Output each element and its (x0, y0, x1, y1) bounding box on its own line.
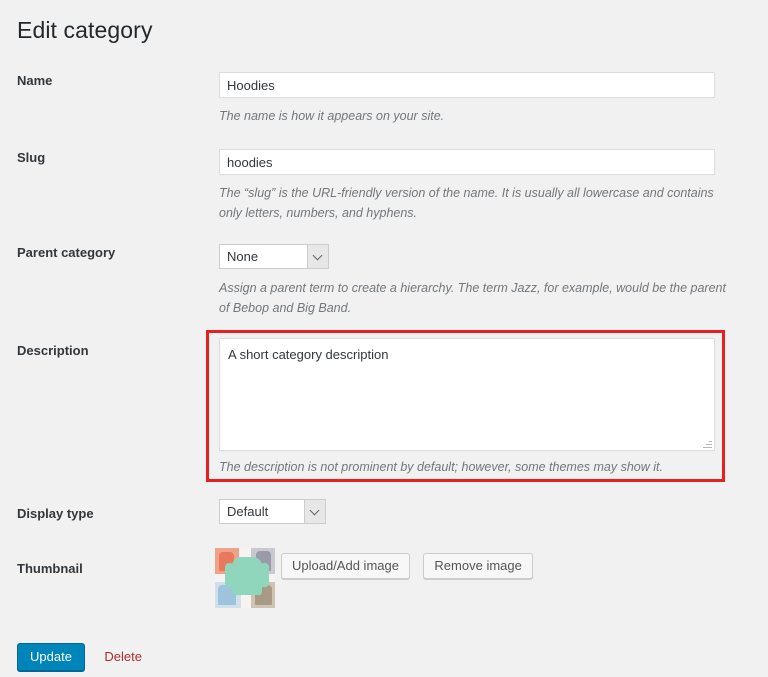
name-label: Name (17, 72, 202, 89)
parent-category-label: Parent category (17, 244, 202, 261)
chevron-down-icon (307, 245, 328, 268)
parent-category-help-text: Assign a parent term to create a hierarc… (219, 278, 739, 318)
description-label: Description (17, 342, 202, 359)
upload-add-image-button[interactable]: Upload/Add image (281, 553, 410, 579)
description-help-text: The description is not prominent by defa… (219, 457, 739, 477)
parent-category-select[interactable]: None (219, 244, 329, 269)
description-textarea[interactable]: A short category description (219, 338, 715, 451)
page-title: Edit category (17, 16, 153, 45)
slug-help-text: The “slug” is the URL-friendly version o… (219, 183, 739, 223)
update-button[interactable]: Update (17, 643, 85, 671)
chevron-down-icon (304, 500, 325, 523)
delete-link[interactable]: Delete (104, 649, 142, 664)
thumbnail-label: Thumbnail (17, 560, 202, 577)
display-type-select[interactable]: Default (219, 499, 326, 524)
description-textarea-value: A short category description (220, 339, 714, 371)
name-input[interactable] (219, 72, 715, 98)
display-type-label: Display type (17, 505, 202, 522)
textarea-resize-handle[interactable] (702, 438, 712, 448)
slug-input[interactable] (219, 149, 715, 175)
name-help-text: The name is how it appears on your site. (219, 106, 739, 126)
remove-image-button[interactable]: Remove image (423, 553, 532, 579)
slug-label: Slug (17, 149, 202, 166)
thumbnail-image (215, 548, 275, 608)
